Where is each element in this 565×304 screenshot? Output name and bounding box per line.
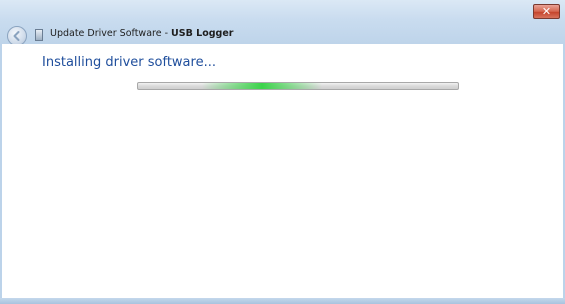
close-icon: ✕: [541, 5, 552, 18]
back-button[interactable]: [7, 26, 27, 46]
back-arrow-icon: [13, 31, 20, 41]
title-bar[interactable]: ✕ Update Driver Software - USB Logger: [0, 0, 565, 46]
device-icon: [35, 29, 43, 41]
window-bottom-border: [0, 298, 565, 304]
close-button[interactable]: ✕: [533, 4, 560, 19]
progress-bar: [137, 82, 459, 90]
dialog-window: ✕ Update Driver Software - USB Logger In…: [0, 0, 565, 304]
title-prefix: Update Driver Software -: [50, 28, 172, 39]
installing-heading: Installing driver software...: [42, 55, 216, 70]
title-device-name: USB Logger: [171, 28, 234, 39]
progress-glow: [202, 83, 322, 89]
window-title: Update Driver Software - USB Logger: [50, 26, 233, 42]
